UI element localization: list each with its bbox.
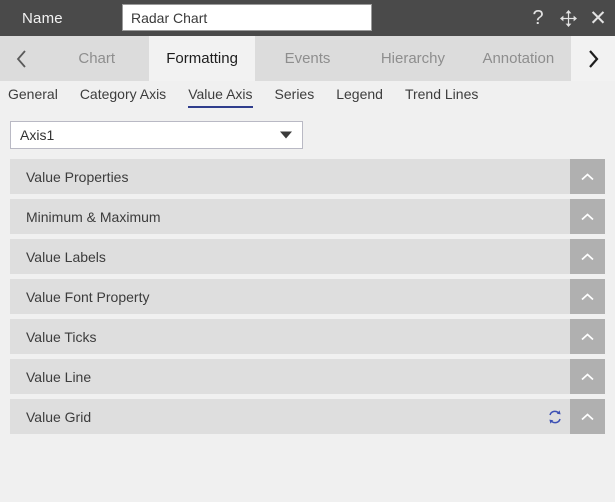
panel-value-grid[interactable]: Value Grid xyxy=(10,399,605,434)
tabs-scroll-left-button[interactable] xyxy=(0,36,44,81)
name-label: Name xyxy=(22,9,63,27)
main-tab-strip: Chart Formatting Events Hierarchy Annota… xyxy=(0,36,615,81)
tab-hierarchy-label: Hierarchy xyxy=(380,50,446,67)
chart-name-input[interactable] xyxy=(122,4,372,31)
chevron-down-filled-icon xyxy=(280,131,292,139)
panel-value-labels[interactable]: Value Labels xyxy=(10,239,605,274)
chevron-up-icon[interactable] xyxy=(570,359,605,394)
panel-actions xyxy=(570,199,605,234)
refresh-sync-icon[interactable] xyxy=(540,399,570,434)
subtab-general[interactable]: General xyxy=(8,86,58,108)
chevron-up-icon[interactable] xyxy=(570,319,605,354)
subtab-value-axis[interactable]: Value Axis xyxy=(188,86,253,108)
value-axis-panel-list: Value Properties Minimum & Maximum Value… xyxy=(0,159,615,434)
axis-select-value: Axis1 xyxy=(20,127,55,143)
panel-title: Value Ticks xyxy=(26,328,97,345)
tab-annotation-label: Annotation xyxy=(482,50,555,67)
move-cross-arrows-icon[interactable] xyxy=(557,7,579,29)
panel-title: Value Labels xyxy=(26,248,106,265)
tab-events-label: Events xyxy=(284,50,331,67)
tab-chart-label: Chart xyxy=(78,50,116,67)
panel-minimum-maximum[interactable]: Minimum & Maximum xyxy=(10,199,605,234)
tab-formatting[interactable]: Formatting xyxy=(149,36,255,81)
panel-actions xyxy=(540,399,605,434)
panel-title: Value Line xyxy=(26,368,92,385)
tab-formatting-label: Formatting xyxy=(166,50,238,67)
subtab-series[interactable]: Series xyxy=(275,86,315,108)
panel-title: Value Properties xyxy=(26,168,129,185)
tab-events[interactable]: Events xyxy=(255,36,360,81)
panel-value-font-property[interactable]: Value Font Property xyxy=(10,279,605,314)
chevron-up-icon[interactable] xyxy=(570,159,605,194)
chevron-up-icon[interactable] xyxy=(570,239,605,274)
help-icon[interactable]: ? xyxy=(527,7,549,29)
subtab-trend-lines[interactable]: Trend Lines xyxy=(405,86,478,108)
chevron-up-icon[interactable] xyxy=(570,279,605,314)
chevron-up-icon[interactable] xyxy=(570,199,605,234)
subtab-legend[interactable]: Legend xyxy=(336,86,383,108)
panel-value-line[interactable]: Value Line xyxy=(10,359,605,394)
panel-actions xyxy=(570,319,605,354)
panel-title: Value Grid xyxy=(26,408,92,425)
tabs-scroll-right-button[interactable] xyxy=(571,36,615,81)
panel-actions xyxy=(570,159,605,194)
tab-hierarchy[interactable]: Hierarchy xyxy=(360,36,465,81)
close-x-icon[interactable]: ✕ xyxy=(587,7,609,29)
axis-select[interactable]: Axis1 xyxy=(10,121,303,149)
panel-value-ticks[interactable]: Value Ticks xyxy=(10,319,605,354)
panel-title: Value Font Property xyxy=(26,288,150,305)
formatting-subtab-row: General Category Axis Value Axis Series … xyxy=(0,81,615,113)
axis-selector-row: Axis1 xyxy=(0,113,615,159)
panel-value-properties[interactable]: Value Properties xyxy=(10,159,605,194)
panel-actions xyxy=(570,359,605,394)
title-bar-actions: ? ✕ xyxy=(527,0,609,36)
title-bar: Name ? ✕ xyxy=(0,0,615,36)
panel-title: Minimum & Maximum xyxy=(26,208,161,225)
subtab-category-axis[interactable]: Category Axis xyxy=(80,86,166,108)
chevron-up-icon[interactable] xyxy=(570,399,605,434)
panel-actions xyxy=(570,279,605,314)
panel-actions xyxy=(570,239,605,274)
tab-chart[interactable]: Chart xyxy=(44,36,149,81)
tab-annotation[interactable]: Annotation xyxy=(466,36,571,81)
